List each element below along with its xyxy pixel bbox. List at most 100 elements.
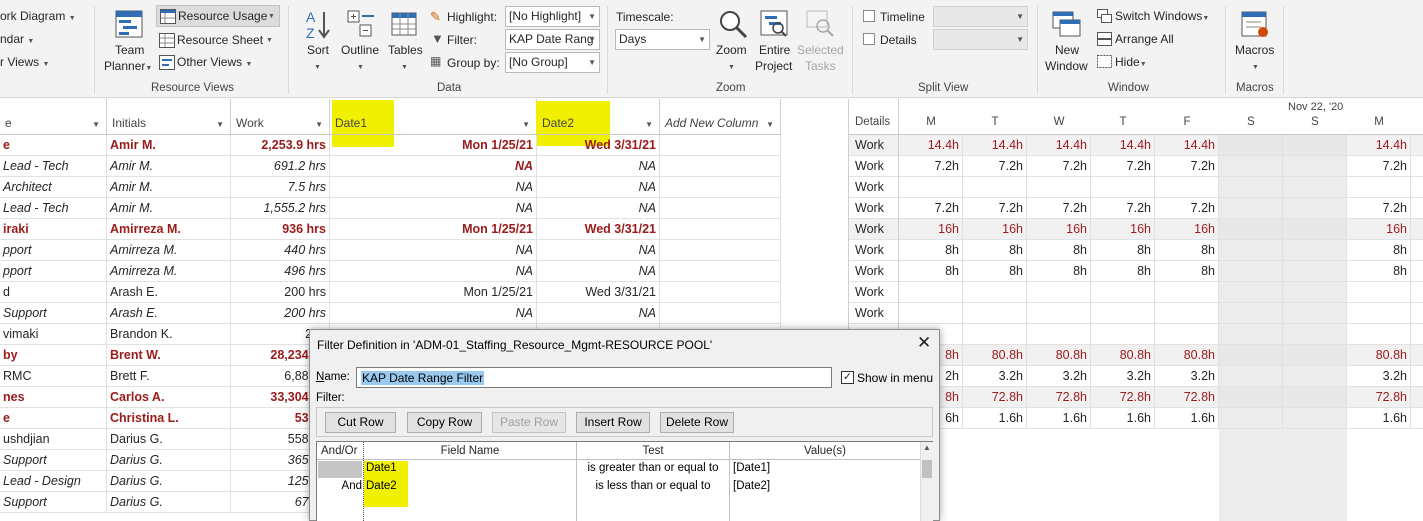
timephased-cell[interactable]	[1347, 282, 1411, 303]
timephased-cell[interactable]	[1347, 177, 1411, 198]
table-cell-date1[interactable]: NA	[330, 261, 537, 282]
timephased-cell[interactable]: 72.8h	[963, 387, 1027, 408]
table-cell-date2[interactable]: Wed 3/31/21	[537, 282, 660, 303]
work-diagram-button[interactable]: ork Diagram ▼	[0, 9, 76, 23]
timephased-cell[interactable]	[1283, 135, 1347, 156]
timephased-cell[interactable]: 72.8h	[1155, 387, 1219, 408]
calendar-button[interactable]: ndar ▼	[0, 32, 34, 46]
table-cell-work[interactable]: 440 hrs	[231, 240, 330, 261]
table-cell-name[interactable]: by	[0, 345, 107, 366]
timephased-cell[interactable]	[1219, 282, 1283, 303]
timephased-cell[interactable]: 7.2h	[1091, 198, 1155, 219]
table-cell-work[interactable]: 496 hrs	[231, 261, 330, 282]
timephased-cell[interactable]	[1283, 282, 1347, 303]
table-cell-name[interactable]: pport	[0, 240, 107, 261]
table-cell-date1[interactable]: Mon 1/25/21	[330, 219, 537, 240]
table-cell-date1[interactable]: NA	[330, 240, 537, 261]
table-cell-add[interactable]	[660, 282, 781, 303]
details-select[interactable]: ▼	[933, 29, 1028, 50]
timephased-cell[interactable]	[899, 282, 963, 303]
table-cell-initials[interactable]: Arash E.	[107, 303, 231, 324]
show-in-menu-checkbox[interactable]: ✓	[841, 371, 854, 384]
column-header-initials[interactable]: Initials ▼	[107, 99, 231, 135]
table-cell-name[interactable]: Lead - Design	[0, 471, 107, 492]
table-cell-date2[interactable]: NA	[537, 303, 660, 324]
highlight-select[interactable]: [No Highlight] ▼	[505, 6, 600, 27]
timephased-cell[interactable]: 80.8h	[1155, 345, 1219, 366]
timephased-cell[interactable]	[1283, 345, 1347, 366]
column-header-add-new[interactable]: Add New Column ▼	[660, 99, 781, 135]
table-cell-initials[interactable]: Amir M.	[107, 198, 231, 219]
timeline-checkbox[interactable]	[863, 10, 875, 22]
timephased-cell[interactable]: 7.2h	[1027, 156, 1091, 177]
filter-dropdown-icon[interactable]: ▼	[216, 120, 224, 129]
criteria-cell-andor[interactable]: And	[318, 480, 362, 492]
table-row[interactable]: e Amir M. 2,253.9 hrs Mon 1/25/21 Wed 3/31/2…	[0, 135, 781, 156]
table-cell-initials[interactable]: Christina L.	[107, 408, 231, 429]
table-cell-work[interactable]: 200 hrs	[231, 282, 330, 303]
cut-row-button[interactable]: Cut Row	[325, 412, 396, 433]
selected-tasks-button[interactable]: Selected Tasks	[797, 6, 844, 78]
table-cell-date1[interactable]: NA	[330, 177, 537, 198]
timephased-cell[interactable]	[1027, 324, 1091, 345]
table-cell-initials[interactable]: Amirreza M.	[107, 240, 231, 261]
table-cell-initials[interactable]: Carlos A.	[107, 387, 231, 408]
table-cell-date1[interactable]: NA	[330, 303, 537, 324]
timephased-cell[interactable]	[963, 177, 1027, 198]
table-cell-date1[interactable]: NA	[330, 198, 537, 219]
timephased-cell[interactable]	[1283, 198, 1347, 219]
criteria-cell-field[interactable]: Date2	[366, 480, 574, 492]
timephased-cell[interactable]	[1283, 261, 1347, 282]
table-cell-name[interactable]: nes	[0, 387, 107, 408]
timephased-cell[interactable]: 7.2h	[1027, 198, 1091, 219]
timephased-cell[interactable]: 7.2h	[963, 198, 1027, 219]
scrollbar-thumb[interactable]	[922, 460, 932, 478]
timephased-cell[interactable]	[963, 303, 1027, 324]
paste-row-button[interactable]: Paste Row	[492, 412, 566, 433]
timephased-cell[interactable]: 3.2h	[1155, 366, 1219, 387]
timephased-cell[interactable]: 80.8h	[1027, 345, 1091, 366]
test-header[interactable]: Test	[577, 445, 729, 457]
table-cell-date2[interactable]: NA	[537, 261, 660, 282]
timephased-cell[interactable]: 8h	[1155, 261, 1219, 282]
timephased-cell[interactable]: 8h	[899, 261, 963, 282]
timephased-cell[interactable]	[1219, 387, 1283, 408]
timephased-cell[interactable]: 80.8h	[963, 345, 1027, 366]
timephased-cell[interactable]	[1283, 324, 1347, 345]
scroll-up-icon[interactable]: ▲	[923, 443, 931, 452]
timephased-cell[interactable]	[1155, 324, 1219, 345]
timephased-cell[interactable]: 80.8h	[1347, 345, 1411, 366]
table-cell-name[interactable]: Support	[0, 303, 107, 324]
timephased-cell[interactable]: 7.2h	[1091, 156, 1155, 177]
timephased-cell[interactable]: 16h	[1091, 219, 1155, 240]
table-cell-work[interactable]: 1,555.2 hrs	[231, 198, 330, 219]
timephased-cell[interactable]	[1219, 198, 1283, 219]
table-cell-add[interactable]	[660, 156, 781, 177]
table-cell-name[interactable]: e	[0, 135, 107, 156]
timephased-cell[interactable]: 7.2h	[899, 156, 963, 177]
timephased-cell[interactable]: 14.4h	[1091, 135, 1155, 156]
timephased-cell[interactable]	[899, 177, 963, 198]
column-header-date1[interactable]: Date1 ▼	[330, 99, 537, 135]
timephased-cell[interactable]: 3.2h	[1027, 366, 1091, 387]
table-cell-initials[interactable]: Amir M.	[107, 156, 231, 177]
timephased-cell[interactable]	[1219, 408, 1283, 429]
tables-button[interactable]: Tables ▼	[386, 6, 424, 78]
criteria-cell-value[interactable]: [Date2]	[733, 480, 918, 492]
macros-button[interactable]: Macros ▼	[1232, 6, 1278, 78]
table-cell-name[interactable]: d	[0, 282, 107, 303]
table-cell-initials[interactable]: Brent W.	[107, 345, 231, 366]
timephased-cell[interactable]	[1091, 282, 1155, 303]
timephased-cell[interactable]: 1.6h	[1091, 408, 1155, 429]
details-checkbox[interactable]	[863, 33, 875, 45]
timephased-cell[interactable]	[1155, 303, 1219, 324]
filter-dropdown-icon[interactable]: ▼	[522, 120, 530, 129]
table-cell-name[interactable]: iraki	[0, 219, 107, 240]
entire-project-button[interactable]: Entire Project	[754, 6, 794, 78]
hide-button[interactable]: Hide▼	[1095, 53, 1215, 73]
field-name-header[interactable]: Field Name	[364, 445, 576, 457]
timephased-cell[interactable]	[1219, 177, 1283, 198]
timephased-cell[interactable]	[1219, 219, 1283, 240]
switch-windows-button[interactable]: Switch Windows▼	[1095, 7, 1215, 27]
filter-select[interactable]: KAP Date Rang ▼	[505, 29, 600, 50]
